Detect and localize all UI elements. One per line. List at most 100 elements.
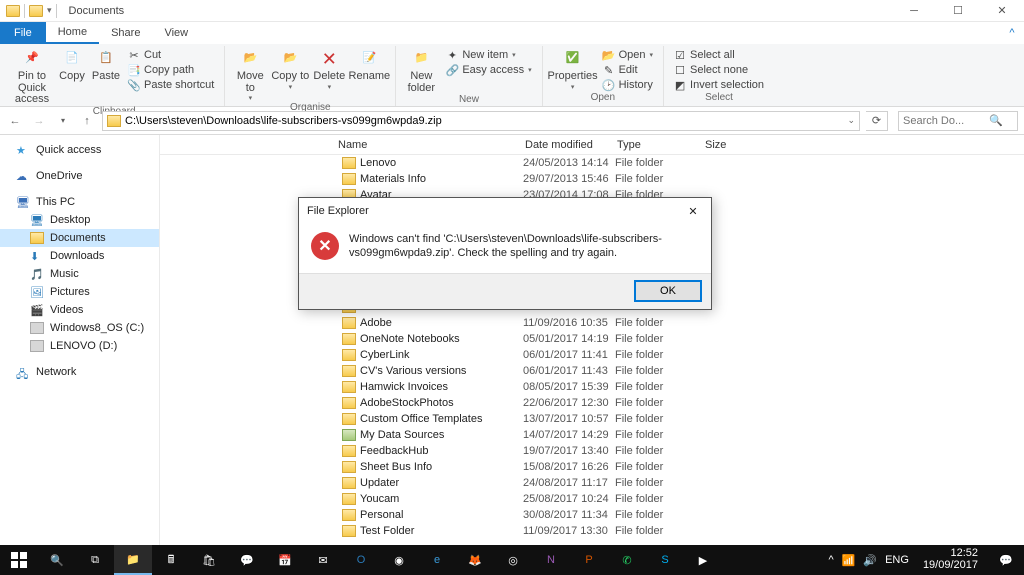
tab-home[interactable]: Home <box>46 22 99 44</box>
taskbar-app[interactable]: ◎ <box>494 545 532 575</box>
pin-quick-access-button[interactable]: 📌Pin to Quick access <box>10 46 54 106</box>
file-row[interactable]: My Data Sources 14/07/2017 14:29 File fo… <box>332 427 1024 443</box>
refresh-button[interactable]: ⟳ <box>866 111 888 131</box>
taskbar-firefox[interactable]: 🦊 <box>456 545 494 575</box>
tray-overflow[interactable]: ^ <box>829 554 834 566</box>
new-item-button[interactable]: ✦New item ▾ <box>442 48 535 62</box>
tree-quick-access[interactable]: ★Quick access <box>0 141 159 159</box>
tab-view[interactable]: View <box>152 22 200 44</box>
col-type[interactable]: Type <box>617 139 705 151</box>
new-folder-button[interactable]: 📁New folder <box>402 46 440 94</box>
taskbar-app[interactable]: 📅 <box>266 545 304 575</box>
cut-button[interactable]: ✂Cut <box>124 48 218 62</box>
minimize-button[interactable]: ─ <box>892 0 936 22</box>
back-button[interactable]: ← <box>6 112 24 130</box>
qat-overflow[interactable]: ▾ <box>47 5 52 16</box>
file-row[interactable]: Youcam 25/08/2017 10:24 File folder <box>332 491 1024 507</box>
recent-dropdown[interactable]: ▾ <box>54 112 72 130</box>
search-taskbar-button[interactable]: 🔍 <box>38 545 76 575</box>
paste-shortcut-button[interactable]: 📎Paste shortcut <box>124 78 218 92</box>
taskbar-skype[interactable]: S <box>646 545 684 575</box>
copy-path-button[interactable]: 📑Copy path <box>124 63 218 77</box>
start-button[interactable] <box>0 545 38 575</box>
tray-clock[interactable]: 12:52 19/09/2017 <box>917 548 984 571</box>
rename-button[interactable]: 📝Rename <box>349 46 389 83</box>
taskbar-app[interactable]: 🖩 <box>152 545 190 575</box>
tray-network-icon[interactable]: 📶 <box>842 554 856 567</box>
tree-drive-c[interactable]: Windows8_OS (C:) <box>0 319 159 337</box>
taskbar-whatsapp[interactable]: ✆ <box>608 545 646 575</box>
tray-volume-icon[interactable]: 🔊 <box>863 554 877 567</box>
col-size[interactable]: Size <box>705 139 765 151</box>
tree-onedrive[interactable]: ☁OneDrive <box>0 167 159 185</box>
file-row[interactable]: Custom Office Templates 13/07/2017 10:57… <box>332 411 1024 427</box>
file-row[interactable]: OneNote Notebooks 05/01/2017 14:19 File … <box>332 331 1024 347</box>
ribbon-collapse[interactable]: ^ <box>1000 22 1024 44</box>
address-input[interactable] <box>125 115 843 127</box>
taskbar-chrome[interactable]: ◉ <box>380 545 418 575</box>
open-button[interactable]: 📂Open ▾ <box>599 48 657 62</box>
tree-drive-d[interactable]: LENOVO (D:) <box>0 337 159 355</box>
history-button[interactable]: 🕑History <box>599 78 657 92</box>
file-row[interactable]: FeedbackHub 19/07/2017 13:40 File folder <box>332 443 1024 459</box>
forward-button[interactable]: → <box>30 112 48 130</box>
tree-videos[interactable]: 🎬Videos <box>0 301 159 319</box>
qat-icon[interactable] <box>29 5 43 17</box>
dialog-ok-button[interactable]: OK <box>635 281 701 301</box>
select-all-button[interactable]: ☑Select all <box>670 48 768 62</box>
tab-file[interactable]: File <box>0 22 46 44</box>
navigation-pane[interactable]: ★Quick access ☁OneDrive 🖥This PC 🖥Deskto… <box>0 135 160 553</box>
tree-music[interactable]: 🎵Music <box>0 265 159 283</box>
edit-button[interactable]: ✎Edit <box>599 63 657 77</box>
tree-downloads[interactable]: ⬇Downloads <box>0 247 159 265</box>
taskbar-outlook[interactable]: O <box>342 545 380 575</box>
col-date[interactable]: Date modified <box>525 139 617 151</box>
move-to-button[interactable]: 📂Move to▾ <box>231 46 269 102</box>
delete-button[interactable]: ✕Delete▾ <box>311 46 347 91</box>
close-button[interactable]: ✕ <box>980 0 1024 22</box>
address-bar[interactable]: ⌄ <box>102 111 860 131</box>
taskbar-powerpoint[interactable]: P <box>570 545 608 575</box>
select-none-button[interactable]: ☐Select none <box>670 63 768 77</box>
file-row[interactable]: Sheet Bus Info 15/08/2017 16:26 File fol… <box>332 459 1024 475</box>
taskbar-onenote[interactable]: N <box>532 545 570 575</box>
easy-access-button[interactable]: 🔗Easy access ▾ <box>442 63 535 77</box>
tree-this-pc[interactable]: 🖥This PC <box>0 193 159 211</box>
taskbar-mail[interactable]: ✉ <box>304 545 342 575</box>
tree-desktop[interactable]: 🖥Desktop <box>0 211 159 229</box>
up-button[interactable]: ↑ <box>78 112 96 130</box>
file-row[interactable]: Adobe 11/09/2016 10:35 File folder <box>332 315 1024 331</box>
file-row[interactable]: Lenovo 24/05/2013 14:14 File folder <box>332 155 1024 171</box>
search-box[interactable]: 🔍 <box>898 111 1018 131</box>
tree-network[interactable]: 🖧Network <box>0 363 159 381</box>
maximize-button[interactable]: ☐ <box>936 0 980 22</box>
copy-button[interactable]: 📄Copy <box>56 46 88 83</box>
tray-language[interactable]: ENG <box>885 554 909 566</box>
file-row[interactable]: Hamwick Invoices 08/05/2017 15:39 File f… <box>332 379 1024 395</box>
taskbar-app[interactable]: 💬 <box>228 545 266 575</box>
tree-documents[interactable]: Documents <box>0 229 159 247</box>
search-input[interactable] <box>903 115 989 127</box>
copy-to-button[interactable]: 📂Copy to▾ <box>271 46 309 91</box>
taskbar-store[interactable]: 🛍 <box>190 545 228 575</box>
task-view-button[interactable]: ⧉ <box>76 545 114 575</box>
paste-button[interactable]: 📋Paste <box>90 46 122 83</box>
dialog-close-button[interactable]: ✕ <box>683 201 703 221</box>
dialog-titlebar[interactable]: File Explorer ✕ <box>299 198 711 224</box>
tab-share[interactable]: Share <box>99 22 152 44</box>
file-row[interactable]: CyberLink 06/01/2017 11:41 File folder <box>332 347 1024 363</box>
properties-button[interactable]: ✅Properties▾ <box>549 46 597 91</box>
file-row[interactable]: Personal 30/08/2017 11:34 File folder <box>332 507 1024 523</box>
col-name[interactable]: Name <box>332 139 525 151</box>
file-row[interactable]: Materials Info 29/07/2013 15:46 File fol… <box>332 171 1024 187</box>
invert-selection-button[interactable]: ◩Invert selection <box>670 78 768 92</box>
file-row[interactable]: Test Folder 11/09/2017 13:30 File folder <box>332 523 1024 539</box>
action-center-button[interactable]: 💬 <box>992 545 1020 575</box>
tree-pictures[interactable]: 🖼Pictures <box>0 283 159 301</box>
system-tray[interactable]: ^ 📶 🔊 ENG 12:52 19/09/2017 💬 <box>825 545 1024 575</box>
file-row[interactable]: AdobeStockPhotos 22/06/2017 12:30 File f… <box>332 395 1024 411</box>
address-dropdown[interactable]: ⌄ <box>847 115 855 126</box>
taskbar-edge[interactable]: e <box>418 545 456 575</box>
file-row[interactable]: Updater 24/08/2017 11:17 File folder <box>332 475 1024 491</box>
taskbar-app[interactable]: ▶ <box>684 545 722 575</box>
